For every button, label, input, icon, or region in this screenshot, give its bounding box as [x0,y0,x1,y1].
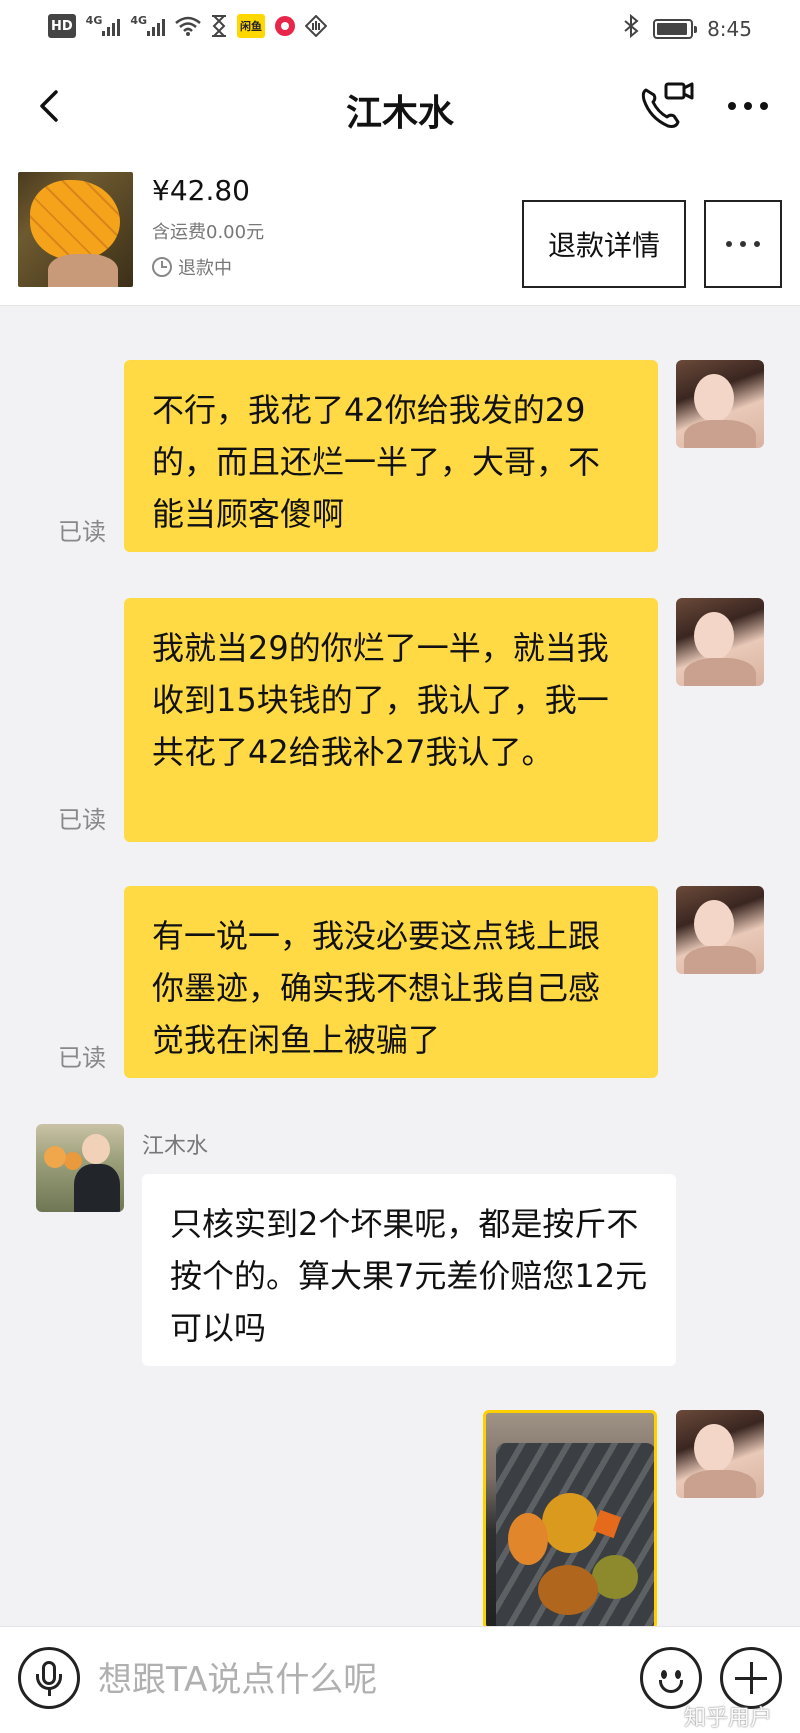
bluetooth-icon [623,13,639,43]
nav-bar: 江木水 [0,56,800,156]
smiley-eye-icon [675,1670,681,1679]
mango-image [542,1493,598,1553]
my-avatar[interactable] [676,1410,764,1498]
voice-button[interactable] [18,1647,80,1709]
more-dot-icon [754,241,760,247]
read-receipt: 已读 [58,1044,106,1072]
smiley-mouth-icon [659,1680,683,1693]
clock-icon [152,257,172,277]
zhihu-watermark: 知乎用户 [684,1706,773,1731]
record-app-icon [275,16,296,36]
my-avatar[interactable] [676,886,764,974]
battery-icon [653,18,698,39]
signal-icon-2: 4G [130,14,166,38]
phone-video-icon [641,82,694,128]
hand-image [48,254,118,287]
microphone-arc-icon [36,1674,62,1690]
signal-icon: 4G [86,14,121,38]
shipping-fee: 含运费0.00元 [152,222,265,243]
product-price: ¥42.80 [152,174,250,207]
call-button[interactable] [636,78,696,134]
input-bar [0,1626,800,1733]
hd-icon: HD [48,14,76,38]
xianyu-app-icon: 闲鱼 [237,14,266,38]
chat-area[interactable]: 不行，我花了42你给我发的29的，而且还烂一半了，大哥，不能当顾客傻啊 已读 我… [0,306,800,1626]
message-bubble-theirs[interactable]: 只核实到2个坏果呢，都是按斤不按个的。算大果7元差价赔您12元可以吗 [142,1174,676,1366]
hand-icon [305,14,328,38]
product-card: ¥42.80 含运费0.00元 退款中 退款详情 [0,156,800,306]
message-bubble-mine[interactable]: 有一说一，我没必要这点钱上跟你墨迹，确实我不想让我自己感觉我在闲鱼上被骗了 [124,886,658,1078]
read-receipt: 已读 [58,518,106,546]
microphone-stem-icon [48,1689,51,1696]
more-dot-icon [760,102,768,110]
mango-image [508,1513,548,1565]
hourglass-icon [211,14,227,38]
product-thumbnail[interactable] [18,172,133,287]
message-bubble-mine[interactable]: 不行，我花了42你给我发的29的，而且还烂一半了，大哥，不能当顾客傻啊 [124,360,658,552]
photo-message[interactable] [483,1410,657,1626]
wifi-icon [175,14,201,38]
message-input[interactable] [98,1655,618,1705]
status-icons-left: HD 4G 4G 闲鱼 [48,14,328,38]
status-icons-right: 8:45 [623,13,752,43]
mango-image [592,1555,638,1599]
order-status-label: 退款中 [178,258,232,279]
more-dot-icon [726,241,732,247]
my-avatar[interactable] [676,598,764,686]
network-type-label-2: 4G [130,14,148,27]
more-dot-icon [744,102,752,110]
more-dot-icon [740,241,746,247]
more-options-button[interactable] [720,84,776,128]
network-type-label: 4G [85,14,103,27]
fruit-image [44,1146,66,1168]
mango-image [538,1565,598,1615]
message-bubble-mine[interactable]: 我就当29的你烂了一半，就当我收到15块钱的了，我认了，我一共花了42给我补27… [124,598,658,842]
status-bar: HD 4G 4G 闲鱼 8:45 [0,0,800,56]
refund-details-button[interactable]: 退款详情 [522,200,686,288]
my-avatar[interactable] [676,360,764,448]
order-status: 退款中 [152,254,232,280]
contact-avatar[interactable] [36,1124,124,1212]
sender-name: 江木水 [142,1134,209,1159]
more-dot-icon [728,102,736,110]
clock-time: 8:45 [707,16,752,41]
read-receipt: 已读 [58,806,106,834]
mango-image [30,180,120,260]
card-more-button[interactable] [704,200,782,288]
smiley-eye-icon [661,1670,667,1679]
